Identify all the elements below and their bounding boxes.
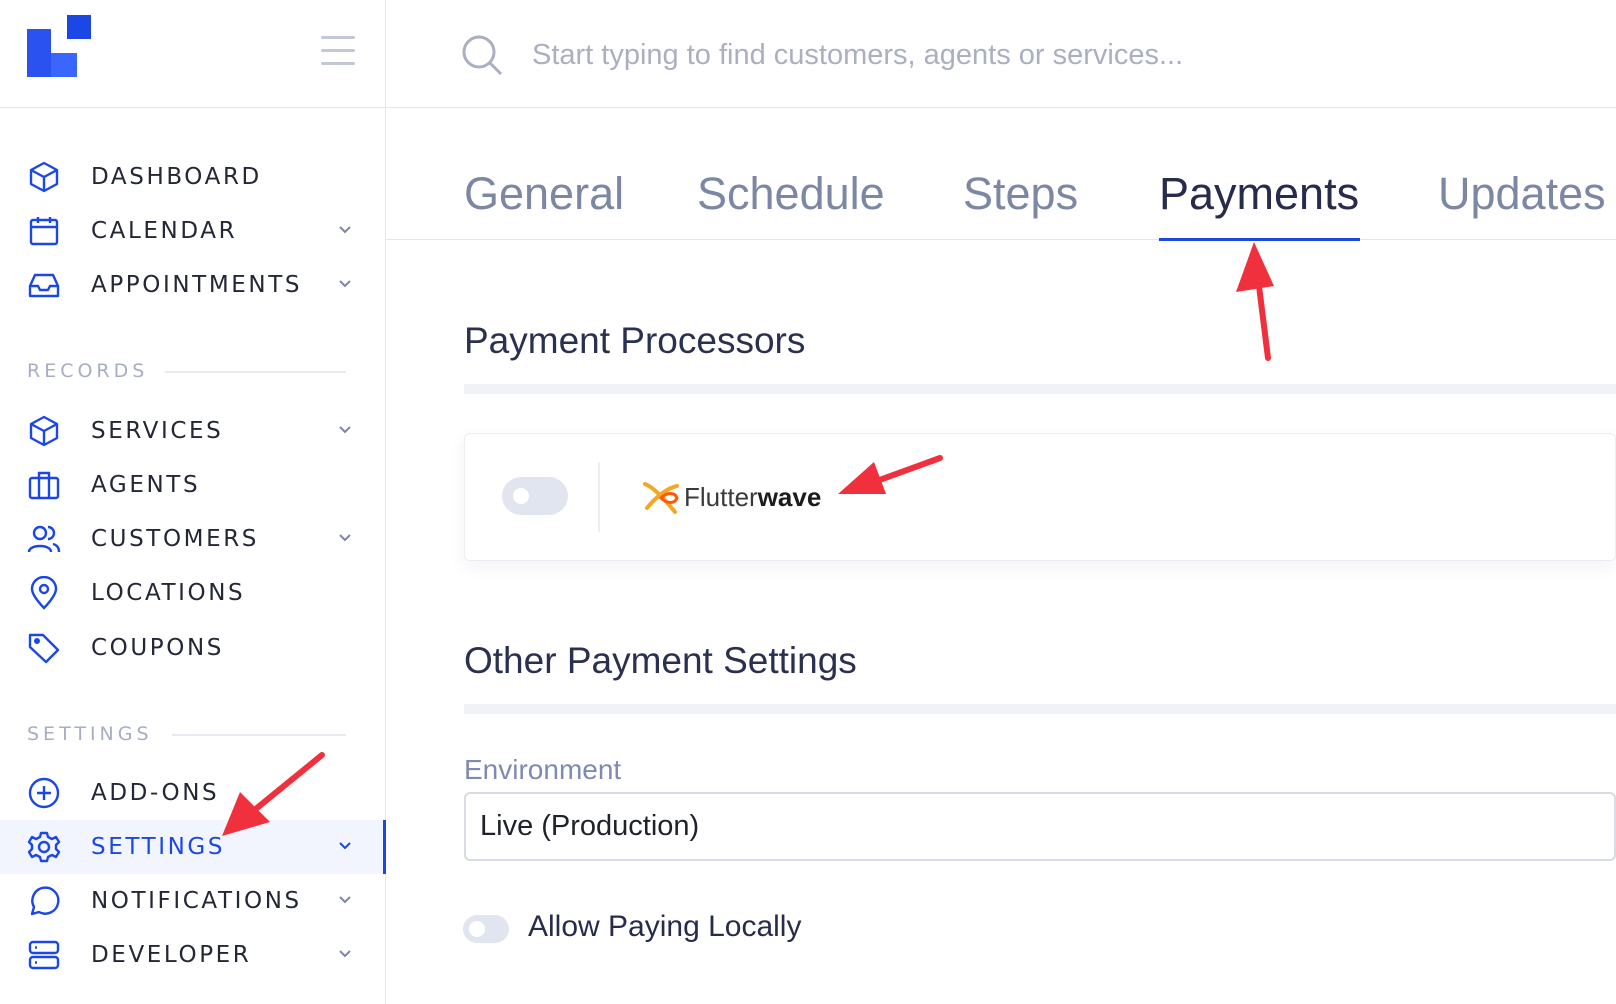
sidebar: DASHBOARD CALENDAR APPOINTMENTS RECORDS … <box>0 0 386 1004</box>
tab-general[interactable]: General <box>464 168 624 220</box>
section-divider <box>464 384 1616 394</box>
tab-schedule[interactable]: Schedule <box>697 168 885 220</box>
sidebar-item-developer[interactable]: DEVELOPER <box>0 928 386 982</box>
allow-paying-locally-toggle[interactable] <box>463 915 509 943</box>
sidebar-item-label: NOTIFICATIONS <box>91 888 302 914</box>
tab-payments[interactable]: Payments <box>1159 168 1359 220</box>
gear-icon <box>27 831 61 863</box>
briefcase-icon <box>28 471 60 500</box>
sidebar-item-label: DEVELOPER <box>91 942 252 968</box>
environment-selected-value: Live (Production) <box>480 810 700 842</box>
sidebar-item-settings[interactable]: SETTINGS <box>0 820 386 874</box>
section-divider <box>464 704 1616 714</box>
search-input[interactable] <box>532 32 1532 78</box>
allow-paying-locally-label: Allow Paying Locally <box>528 910 802 943</box>
tab-updates[interactable]: Updates <box>1438 168 1616 220</box>
sidebar-item-label: ADD-ONS <box>91 780 220 806</box>
chevron-down-icon[interactable] <box>337 276 353 292</box>
plus-circle-icon <box>28 777 60 809</box>
section-heading-settings: SETTINGS <box>27 723 153 745</box>
sidebar-item-calendar[interactable]: CALENDAR <box>0 204 386 258</box>
users-icon <box>27 525 61 553</box>
sidebar-item-label: SERVICES <box>91 418 224 444</box>
server-icon <box>28 940 60 970</box>
sidebar-item-label: COUPONS <box>91 635 224 661</box>
sidebar-item-appointments[interactable]: APPOINTMENTS <box>0 258 386 312</box>
divider <box>172 734 346 736</box>
chevron-down-icon[interactable] <box>337 838 353 854</box>
active-tab-indicator <box>1159 238 1360 241</box>
sidebar-item-label: LOCATIONS <box>91 580 246 606</box>
inbox-icon <box>28 273 60 298</box>
sidebar-item-label: CUSTOMERS <box>91 526 260 552</box>
sidebar-item-dashboard[interactable]: DASHBOARD <box>0 150 386 204</box>
menu-toggle-icon[interactable] <box>321 36 355 70</box>
flutterwave-enable-toggle[interactable] <box>502 477 568 515</box>
section-title-other-payment-settings: Other Payment Settings <box>464 640 857 681</box>
sidebar-item-label: SETTINGS <box>91 834 226 860</box>
tab-steps[interactable]: Steps <box>963 168 1078 220</box>
tag-icon <box>28 633 60 664</box>
card-divider <box>598 462 600 532</box>
payment-processor-card <box>464 433 1616 561</box>
chevron-down-icon[interactable] <box>337 530 353 546</box>
app-logo[interactable] <box>27 15 91 77</box>
calendar-icon <box>29 217 59 246</box>
flutterwave-logo-icon <box>643 482 679 514</box>
sidebar-item-add-ons[interactable]: ADD-ONS <box>0 766 386 820</box>
logo-bar <box>0 0 385 108</box>
environment-select[interactable]: Live (Production) <box>464 792 1616 861</box>
sidebar-item-label: DASHBOARD <box>91 164 262 190</box>
chevron-down-icon[interactable] <box>337 422 353 438</box>
divider <box>165 371 346 373</box>
chat-bubble-icon <box>30 886 60 916</box>
sidebar-item-coupons[interactable]: COUPONS <box>0 621 386 675</box>
chevron-down-icon[interactable] <box>337 222 353 238</box>
section-title-payment-processors: Payment Processors <box>464 320 806 361</box>
annotation-arrow-payments <box>1236 242 1274 361</box>
sidebar-item-label: CALENDAR <box>91 218 238 244</box>
cube-icon <box>29 415 59 447</box>
flutterwave-wordmark: Flutterwave <box>684 482 822 512</box>
section-heading-records: RECORDS <box>27 360 149 382</box>
cube-icon <box>29 161 59 193</box>
environment-label: Environment <box>464 754 622 785</box>
sidebar-item-notifications[interactable]: NOTIFICATIONS <box>0 874 386 928</box>
sidebar-item-customers[interactable]: CUSTOMERS <box>0 512 386 566</box>
search-icon <box>462 35 503 76</box>
chevron-down-icon[interactable] <box>337 892 353 908</box>
sidebar-item-agents[interactable]: AGENTS <box>0 458 386 512</box>
map-pin-icon <box>30 576 58 610</box>
sidebar-item-label: AGENTS <box>91 472 201 498</box>
sidebar-item-services[interactable]: SERVICES <box>0 404 386 458</box>
chevron-down-icon[interactable] <box>337 946 353 962</box>
sidebar-item-locations[interactable]: LOCATIONS <box>0 566 386 620</box>
sidebar-item-label: APPOINTMENTS <box>91 272 303 298</box>
